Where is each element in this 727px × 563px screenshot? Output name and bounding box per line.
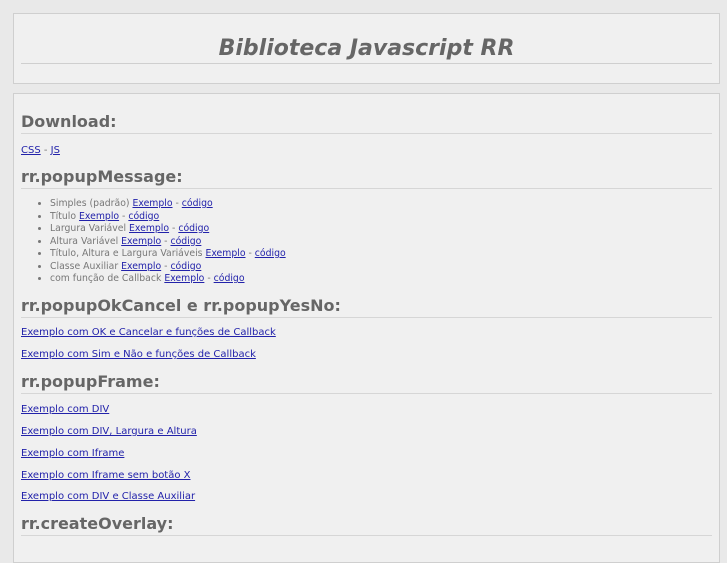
code-link[interactable]: código [182,198,213,209]
code-link[interactable]: código [128,211,159,222]
item-label: Título, Altura e Largura Variáveis [50,248,203,259]
item-label: com função de Callback [50,273,162,284]
list-item: Título Exemplo - código [50,211,286,224]
ok-cancel-example-link[interactable]: Exemplo com OK e Cancelar e funções de C… [21,327,276,339]
frame-div-size-example-link[interactable]: Exemplo com DIV, Largura e Altura [21,426,197,438]
example-link[interactable]: Exemplo [205,248,245,259]
code-link[interactable]: código [178,223,209,234]
list-item: Altura Variável Exemplo - código [50,236,286,249]
frame-iframe-example-link[interactable]: Exemplo com Iframe [21,448,124,460]
example-link[interactable]: Exemplo [121,261,161,272]
css-download-link[interactable]: CSS [21,145,41,156]
list-item: Classe Auxiliar Exemplo - código [50,261,286,274]
yes-no-example-link[interactable]: Exemplo com Sim e Não e funções de Callb… [21,349,256,361]
header-divider [21,63,712,64]
list-item: Largura Variável Exemplo - código [50,223,286,236]
popup-message-list: Simples (padrão) Exemplo - código Título… [21,198,286,286]
content-panel: Download: CSS - JS rr.popupMessage: Simp… [13,93,720,563]
list-item: Simples (padrão) Exemplo - código [50,198,286,211]
example-link[interactable]: Exemplo [79,211,119,222]
list-item: Título, Altura e Largura Variáveis Exemp… [50,248,286,261]
item-label: Simples (padrão) [50,198,130,209]
frame-iframe-noclose-example-link[interactable]: Exemplo com Iframe sem botão X [21,470,191,482]
example-link[interactable]: Exemplo [164,273,204,284]
separator: - [245,248,255,259]
code-link[interactable]: código [170,236,201,247]
popup-okcancel-heading: rr.popupOkCancel e rr.popupYesNo: [21,297,712,318]
separator: - [40,145,51,156]
download-heading: Download: [21,113,712,134]
example-link[interactable]: Exemplo [132,198,172,209]
header-panel: Biblioteca Javascript RR [13,13,720,84]
js-download-link[interactable]: JS [51,145,60,156]
separator: - [119,210,129,222]
create-overlay-heading: rr.createOverlay: [21,515,712,536]
item-label: Classe Auxiliar [50,260,119,272]
example-link[interactable]: Exemplo [129,223,169,234]
separator: - [172,198,182,209]
item-label: Título [50,210,77,222]
list-item: com função de Callback Exemplo - código [50,273,286,286]
code-link[interactable]: código [170,261,201,272]
frame-div-example-link[interactable]: Exemplo com DIV [21,404,109,416]
separator: - [204,273,214,284]
code-link[interactable]: código [214,273,245,284]
frame-div-class-example-link[interactable]: Exemplo com DIV e Classe Auxiliar [21,491,195,503]
separator: - [169,223,179,234]
example-link[interactable]: Exemplo [121,236,161,247]
item-label: Altura Variável [50,235,119,247]
popup-message-heading: rr.popupMessage: [21,168,712,189]
popup-frame-heading: rr.popupFrame: [21,373,712,394]
page-title: Biblioteca Javascript RR [218,36,515,61]
code-link[interactable]: código [255,248,286,259]
download-links: CSS - JS [21,145,60,157]
item-label: Largura Variável [50,223,127,234]
